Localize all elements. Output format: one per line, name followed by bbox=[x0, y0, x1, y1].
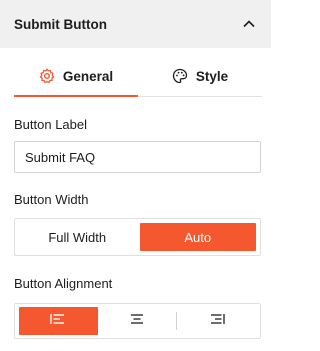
button-alignment-heading: Button Alignment bbox=[14, 276, 113, 291]
button-label-heading: Button Label bbox=[14, 117, 88, 132]
full-width-option[interactable]: Full Width bbox=[19, 223, 136, 251]
tab-style-label: Style bbox=[195, 68, 229, 84]
align-right-icon bbox=[208, 311, 226, 332]
tab-general-label: General bbox=[62, 68, 114, 84]
panel-title: Submit Button bbox=[14, 16, 107, 32]
align-center-icon bbox=[128, 311, 146, 332]
palette-icon bbox=[172, 68, 188, 84]
button-width-heading: Button Width bbox=[14, 192, 89, 207]
chevron-up-icon[interactable] bbox=[241, 16, 257, 32]
align-left-icon bbox=[49, 311, 67, 332]
auto-width-option[interactable]: Auto bbox=[139, 223, 256, 251]
tab-general[interactable]: General bbox=[14, 56, 138, 97]
align-left-button[interactable] bbox=[19, 307, 98, 335]
tab-bar: General Style bbox=[14, 56, 262, 97]
button-width-toggle: Full Width Auto bbox=[14, 218, 261, 256]
panel-header[interactable]: Submit Button bbox=[0, 0, 271, 48]
align-center-button[interactable] bbox=[98, 307, 177, 335]
button-label-input[interactable] bbox=[14, 141, 261, 173]
gear-icon bbox=[39, 68, 55, 84]
tab-style[interactable]: Style bbox=[138, 56, 262, 96]
align-right-button[interactable] bbox=[177, 307, 256, 335]
button-alignment-control bbox=[14, 303, 261, 339]
